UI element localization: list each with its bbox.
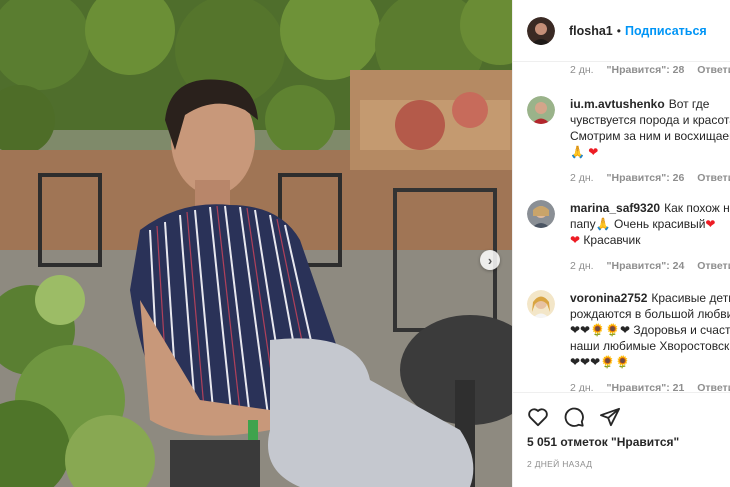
comment-item: voronina2752 Красивые дети рождаются в бо… <box>527 290 730 392</box>
comment-likes[interactable]: "Нравится": 28 <box>607 64 685 76</box>
post-image <box>0 0 512 487</box>
emoji-row: ❤❤🌻🌻❤ <box>570 323 631 337</box>
follow-button[interactable]: Подписаться <box>625 24 707 38</box>
comment-meta: 2 дн. "Нравится": 26 Ответить <box>570 170 730 186</box>
heart-emoji: ❤ <box>705 217 716 231</box>
post-header: flosha1 • Подписаться <box>513 0 730 62</box>
likes-count[interactable]: 5 051 отметок "Нравится" <box>527 435 730 449</box>
avatar-image <box>527 16 555 45</box>
comment-text-2: Красавчик <box>583 233 641 247</box>
post-sidebar: flosha1 • Подписаться 2 дн. "Нравится": … <box>512 0 730 487</box>
comment-meta: 2 дн. "Нравится": 21 Ответить <box>570 380 730 392</box>
comment-icon <box>564 407 584 427</box>
comment-username[interactable]: marina_saf9320 <box>570 201 660 215</box>
next-image-button[interactable]: › <box>480 250 500 270</box>
post-actions: 5 051 отметок "Нравится" 2 дней назад <box>513 392 730 487</box>
commenter-avatar[interactable] <box>527 96 555 124</box>
avatar-image <box>527 290 555 318</box>
share-button[interactable] <box>599 407 621 427</box>
avatar-image <box>527 96 555 124</box>
comments-list[interactable]: 2 дн. "Нравится": 28 Ответить iu.m.avtus… <box>513 62 730 392</box>
reply-button[interactable]: Ответить <box>697 64 730 76</box>
heart-emoji: ❤ <box>588 145 599 159</box>
separator-dot: • <box>616 23 621 38</box>
comment-item: iu.m.avtushenko Вот где чувствуется пород… <box>527 96 730 186</box>
emoji-tail: ❤❤❤🌻🌻 <box>570 355 631 369</box>
comment-likes[interactable]: "Нравится": 21 <box>607 382 685 392</box>
comment-likes[interactable]: "Нравится": 26 <box>607 172 685 184</box>
comment-button[interactable] <box>563 406 585 428</box>
comment-meta: 2 дн. "Нравится": 28 Ответить <box>570 64 730 76</box>
author-username[interactable]: flosha1 <box>569 24 613 38</box>
commenter-avatar[interactable] <box>527 290 555 318</box>
heart-icon <box>528 407 548 426</box>
comment-meta: 2 дн. "Нравится": 24 Ответить <box>570 258 730 274</box>
like-button[interactable] <box>527 407 549 427</box>
commenter-avatar[interactable] <box>527 200 555 228</box>
send-icon <box>600 407 620 426</box>
action-icons <box>513 393 730 431</box>
chevron-right-icon: › <box>487 252 493 268</box>
post-photo[interactable]: › <box>0 0 512 487</box>
comment-time: 2 дн. <box>570 172 594 184</box>
post-date: 2 дней назад <box>527 459 593 469</box>
comment-username[interactable]: voronina2752 <box>570 291 647 305</box>
comment-item: marina_saf9320 Как похож на папу🙏 Очень к… <box>527 200 730 274</box>
comment-time: 2 дн. <box>570 260 594 272</box>
avatar-image <box>527 200 555 228</box>
comment-time: 2 дн. <box>570 64 594 76</box>
comment-time: 2 дн. <box>570 382 594 392</box>
reply-button[interactable]: Ответить <box>697 172 730 184</box>
reply-button[interactable]: Ответить <box>697 260 730 272</box>
reply-button[interactable]: Ответить <box>697 382 730 392</box>
author-avatar[interactable] <box>527 16 555 45</box>
heart-emoji: ❤ <box>570 233 581 247</box>
comment-likes[interactable]: "Нравится": 24 <box>607 260 685 272</box>
comment-username[interactable]: iu.m.avtushenko <box>570 97 665 111</box>
